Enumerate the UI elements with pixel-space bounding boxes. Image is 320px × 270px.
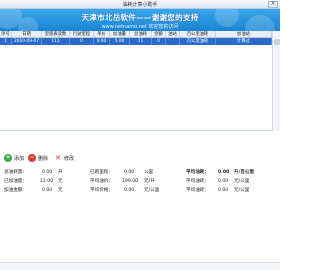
records-table[interactable]: 序号 日期 里程表读数 行驶里程 单价 加油量 总油耗 金额 油站 百公里油耗 … xyxy=(0,31,280,131)
added-fuel-stat: 已加油量： 11.00 元 xyxy=(4,178,84,186)
delete-button[interactable]: − 删除 xyxy=(28,153,48,163)
add-button[interactable]: + 添加 xyxy=(4,153,24,163)
table-scrollbar[interactable] xyxy=(272,31,280,131)
table-cell: 111 xyxy=(42,38,70,45)
column-header[interactable]: 行驶里程 xyxy=(70,31,94,38)
table-cell: 百公里油耗 xyxy=(180,38,216,45)
stat-label: 已加油量： xyxy=(4,179,27,184)
table-cell xyxy=(166,38,180,45)
table-cell: 2010-09-07 xyxy=(12,38,42,45)
column-header[interactable]: 总油耗 xyxy=(130,31,152,38)
stat-value: 0.00 xyxy=(42,170,53,175)
stat-label: 平均油价： xyxy=(90,179,113,184)
stat-label: 平均油耗： xyxy=(186,179,209,184)
column-header[interactable]: 金额 xyxy=(152,31,166,38)
record-toolbar: + 添加 − 删除 ✕ 修改 xyxy=(0,152,280,164)
stat-value: 0.00 xyxy=(218,170,230,175)
stat-label: 平均油耗： xyxy=(186,188,209,193)
banner-title: 天津市北岳软件——谢谢您的支持 xyxy=(81,13,199,22)
column-header[interactable]: 序号 xyxy=(0,31,12,38)
stat-value: 0.00 xyxy=(124,170,135,175)
stat-label: 已跑里程： xyxy=(90,170,113,175)
table-cell: 11 xyxy=(130,38,152,45)
stat-label: 平均价格： xyxy=(90,188,113,193)
column-header[interactable]: 油站 xyxy=(166,31,180,38)
column-header[interactable]: 里程表读数 xyxy=(42,31,70,38)
stat-unit: 升 xyxy=(58,170,63,175)
stat-unit: 公里 xyxy=(144,170,154,175)
stat-value: 0.00 xyxy=(124,188,135,193)
banner-subtitle: www.netnamo.net 欢迎您的访问 xyxy=(101,24,179,30)
delete-button-label: 删除 xyxy=(38,155,49,162)
status-bar xyxy=(0,262,280,270)
stat-value: 0.00 xyxy=(42,188,53,193)
total-fuel-stat: 总油耗量： 0.00 升 xyxy=(4,169,84,177)
scrollbar-thumb[interactable] xyxy=(274,39,280,45)
stat-value: 0.00 xyxy=(218,188,229,193)
stat-unit: 元/公里 xyxy=(234,179,250,184)
stat-label: 总油耗量： xyxy=(4,170,27,175)
fuel-amount-stat: 加油金额： 0.00 元 xyxy=(4,187,84,195)
avg-fuel-cost-stat: 平均油耗： 0.00 元/公里 xyxy=(186,178,278,186)
table-cell: 0.00 xyxy=(94,38,110,45)
edit-cross-icon: ✕ xyxy=(55,154,61,162)
avg-fuel-stat: 平均油耗： 0.00 升/百公里 xyxy=(186,169,278,177)
extra-stat: 平均油耗： 0.00 元/公里 xyxy=(186,187,278,195)
table-cell: 0 xyxy=(70,38,94,45)
table-cell: 0 xyxy=(152,38,166,45)
stat-value: 0.00 xyxy=(218,179,229,184)
avg-price-stat: 平均油价： 199.00 元/升 xyxy=(90,178,170,186)
close-button[interactable]: X xyxy=(268,1,278,8)
stat-label: 平均油耗： xyxy=(186,170,209,175)
minus-icon: − xyxy=(28,154,36,162)
column-header[interactable]: 单价 xyxy=(94,31,110,38)
stat-unit: 元 xyxy=(58,179,63,184)
stat-value: 199.00 xyxy=(122,179,139,184)
add-button-label: 添加 xyxy=(14,155,25,162)
plus-icon: + xyxy=(4,154,12,162)
stat-unit: 元 xyxy=(58,188,63,193)
stat-value: 11.00 xyxy=(40,179,54,184)
table-row[interactable]: 1 2010-09-07 111 0 0.00 5.00 11 0 百公里油耗 … xyxy=(0,38,272,45)
column-header[interactable]: 百公里油耗 xyxy=(180,31,216,38)
column-header[interactable]: 加油量 xyxy=(110,31,130,38)
title-bar: 油耗计算小助手 X xyxy=(0,0,280,9)
banner: 天津市北岳软件——谢谢您的支持 www.netnamo.net 欢迎您的访问 xyxy=(0,9,280,31)
window-title: 油耗计算小助手 xyxy=(122,2,158,8)
table-cell: 1 xyxy=(0,38,12,45)
stat-unit: 元/公里 xyxy=(144,188,160,193)
stat-label: 加油金额： xyxy=(4,188,27,193)
stat-unit: 元/升 xyxy=(144,179,155,184)
table-cell: 计算过 xyxy=(216,38,272,45)
table-header: 序号 日期 里程表读数 行驶里程 单价 加油量 总油耗 金额 油站 百公里油耗 … xyxy=(0,31,272,38)
mileage-stat: 已跑里程： 0.00 公里 xyxy=(90,169,170,177)
edit-button-label: 修改 xyxy=(64,155,75,162)
table-cell: 5.00 xyxy=(110,38,130,45)
stat-unit: 元/公里 xyxy=(234,188,250,193)
column-header[interactable]: 日期 xyxy=(12,31,42,38)
column-header[interactable]: 加油站 xyxy=(216,31,272,38)
stat-unit: 升/百公里 xyxy=(234,170,255,175)
summary-panel: 总油耗量： 0.00 升 已加油量： 11.00 元 加油金额： 0.00 元 … xyxy=(0,166,280,194)
avg-cost-stat: 平均价格： 0.00 元/公里 xyxy=(90,187,170,195)
edit-button[interactable]: ✕ 修改 xyxy=(54,153,74,163)
